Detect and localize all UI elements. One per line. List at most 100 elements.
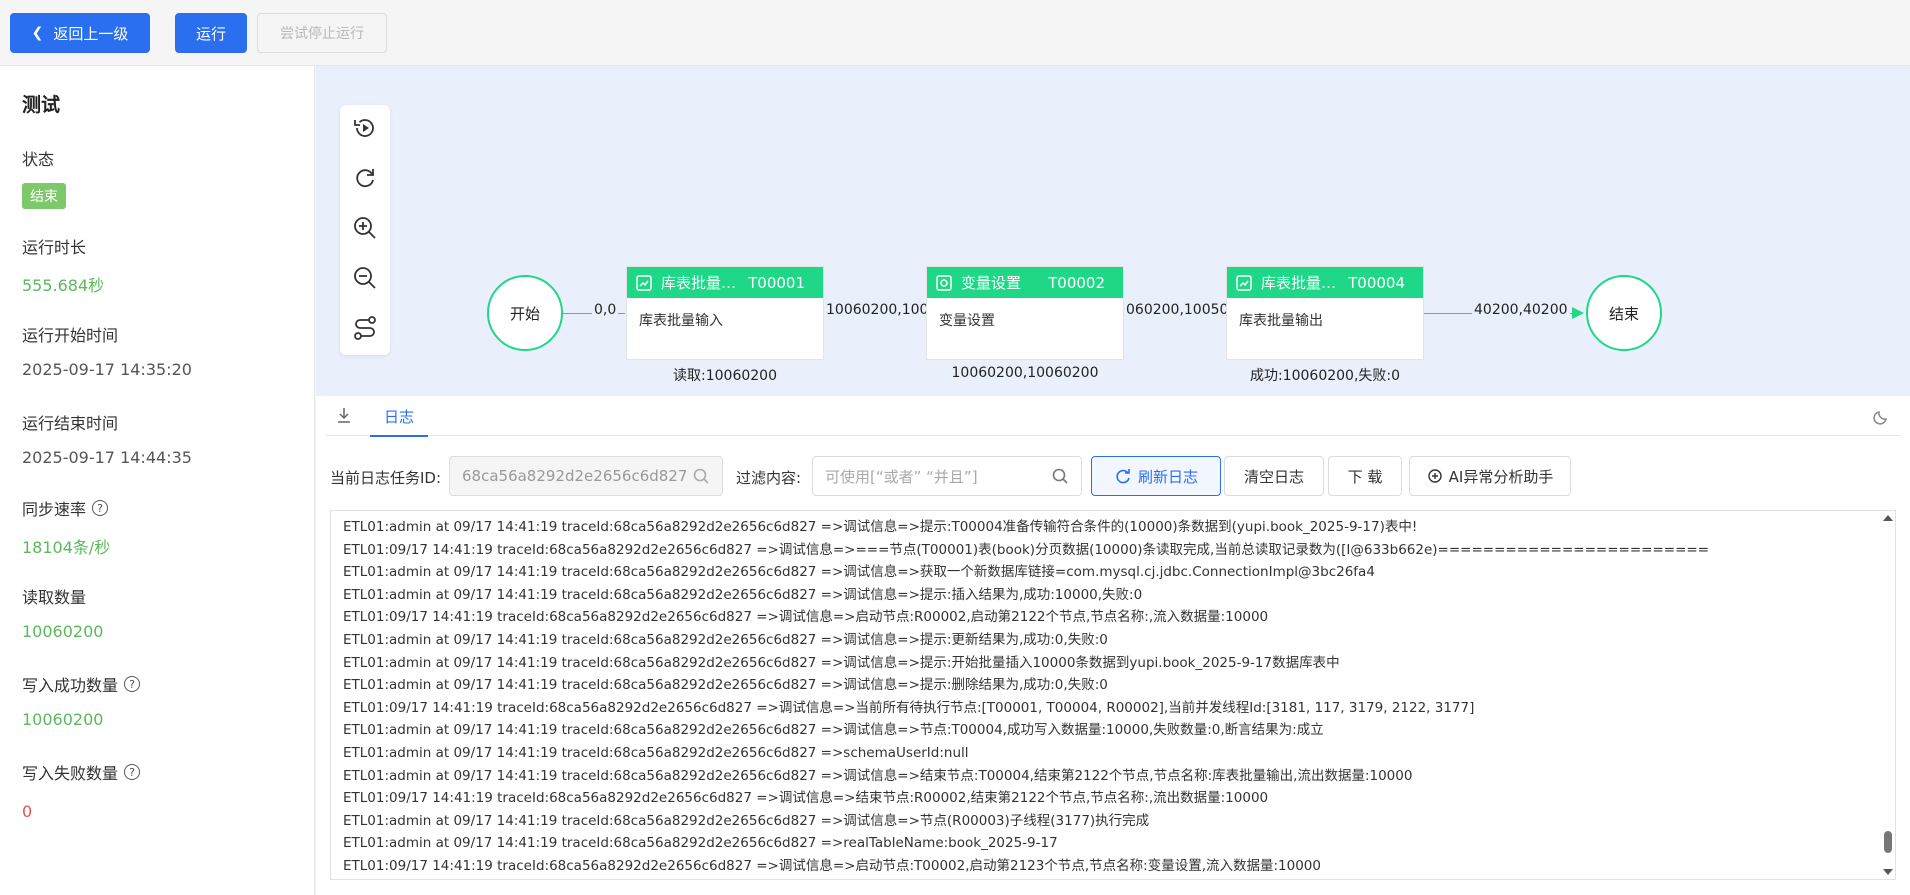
ai-icon	[1427, 469, 1442, 483]
help-icon[interactable]: ?	[92, 500, 109, 516]
node-body: 库表批量输出	[1239, 313, 1323, 329]
log-line: ETL01:admin at 09/17 14:41:19 traceId:68…	[343, 835, 1058, 852]
run-button[interactable]: 运行	[175, 13, 247, 53]
edge-label: 0,0	[592, 302, 619, 318]
log-output[interactable]: ETL01:admin at 09/17 14:41:19 traceId:68…	[330, 510, 1896, 880]
log-line: ETL01:admin at 09/17 14:41:19 traceId:68…	[343, 631, 1108, 648]
log-line: ETL01:admin at 09/17 14:41:19 traceId:68…	[343, 677, 1108, 694]
run-info-sidebar: 测试 状态 结束 运行时长 555.684秒 运行开始时间 2025-09-17…	[0, 66, 315, 895]
route-icon[interactable]	[350, 313, 380, 343]
task-id-value: 68ca56a8292d2e2656c6d827	[462, 467, 688, 485]
help-icon[interactable]: ?	[124, 764, 141, 780]
clear-log-button[interactable]: 清空日志	[1224, 456, 1324, 496]
help-icon[interactable]: ?	[124, 676, 141, 692]
tab-logs[interactable]: 日志	[370, 406, 428, 437]
edge-label: 40200,40200	[1472, 302, 1570, 318]
speed-value: 18104条/秒	[22, 538, 111, 557]
variable-icon	[936, 274, 952, 291]
log-line: ETL01:09/17 14:41:19 traceId:68ca56a8292…	[343, 790, 1269, 807]
node-title: 变量设置	[961, 274, 1022, 292]
flow-node-t00004[interactable]: 库表批量… T00004 库表批量输出	[1226, 266, 1424, 360]
dark-mode-icon[interactable]	[1872, 408, 1890, 430]
status-badge: 结束	[22, 183, 66, 209]
node-code: T00004	[1348, 273, 1405, 292]
stop-button[interactable]: 尝试停止运行	[257, 13, 387, 53]
log-line: ETL01:admin at 09/17 14:41:19 traceId:68…	[343, 767, 1413, 784]
refresh-log-button[interactable]: 刷新日志	[1091, 456, 1221, 496]
stop-button-label: 尝试停止运行	[280, 26, 364, 42]
task-id-label: 当前日志任务ID:	[330, 469, 442, 487]
task-title: 测试	[22, 94, 61, 116]
task-id-input[interactable]: 68ca56a8292d2e2656c6d827	[449, 456, 723, 496]
node-title: 库表批量…	[661, 274, 737, 292]
log-line: ETL01:admin at 09/17 14:41:19 traceId:68…	[343, 744, 969, 761]
read-count-value: 10060200	[22, 622, 104, 641]
end-time-value: 2025-09-17 14:44:35	[22, 448, 192, 467]
log-line: ETL01:admin at 09/17 14:41:19 traceId:68…	[343, 722, 1324, 739]
log-lines: ETL01:admin at 09/17 14:41:19 traceId:68…	[331, 511, 1895, 878]
download-tab-icon[interactable]	[336, 406, 352, 428]
log-scrollbar[interactable]	[1881, 511, 1895, 879]
replay-icon[interactable]	[350, 113, 380, 143]
log-line: ETL01:09/17 14:41:19 traceId:68ca56a8292…	[343, 699, 1475, 716]
zoom-out-icon[interactable]	[350, 263, 380, 293]
duration-value: 555.684秒	[22, 276, 105, 295]
node-body: 库表批量输入	[639, 313, 723, 329]
write-fail-label: 写入失败数量 ?	[22, 760, 141, 784]
table-icon	[1236, 274, 1252, 291]
write-success-value: 10060200	[22, 710, 104, 729]
clear-log-label: 清空日志	[1243, 467, 1304, 486]
run-button-label: 运行	[195, 24, 226, 43]
search-icon	[693, 468, 709, 484]
log-line: ETL01:admin at 09/17 14:41:19 traceId:68…	[343, 654, 1340, 671]
top-toolbar: ❮ 返回上一级 运行 尝试停止运行	[0, 0, 1910, 66]
scroll-up-icon[interactable]	[1883, 515, 1893, 521]
search-icon[interactable]	[1051, 467, 1069, 485]
duration-label: 运行时长	[22, 238, 87, 257]
flow-node-t00001[interactable]: 库表批量… T00001 库表批量输入	[626, 266, 824, 360]
node-stats: 10060200,10060200	[951, 365, 1099, 381]
log-line: ETL01:admin at 09/17 14:41:19 traceId:68…	[343, 812, 1150, 829]
start-time-value: 2025-09-17 14:35:20	[22, 360, 192, 379]
edge-label: 060200,100502	[1124, 302, 1240, 318]
arrow-head-icon	[1572, 307, 1584, 319]
zoom-in-icon[interactable]	[350, 213, 380, 243]
node-title: 库表批量…	[1261, 274, 1337, 292]
write-fail-value: 0	[22, 802, 33, 821]
log-line: ETL01:09/17 14:41:19 traceId:68ca56a8292…	[343, 857, 1321, 874]
node-stats: 读取:10060200	[673, 368, 777, 384]
log-line: ETL01:admin at 09/17 14:41:19 traceId:68…	[343, 564, 1375, 581]
download-button[interactable]: 下 载	[1328, 456, 1402, 496]
start-node[interactable]: 开始	[487, 275, 563, 351]
download-label: 下 载	[1347, 467, 1383, 486]
scroll-thumb[interactable]	[1884, 831, 1892, 853]
refresh-log-label: 刷新日志	[1137, 467, 1198, 486]
chevron-left-icon: ❮	[31, 25, 44, 41]
refresh-icon	[1116, 469, 1130, 484]
filter-placeholder: 可使用[“或者” “并且”]	[825, 467, 978, 486]
node-code: T00002	[1048, 273, 1105, 292]
back-button[interactable]: ❮ 返回上一级	[10, 13, 150, 53]
refresh-icon[interactable]	[350, 163, 380, 193]
start-time-label: 运行开始时间	[22, 326, 119, 345]
ai-assistant-button[interactable]: AI异常分析助手	[1409, 456, 1571, 496]
node-code: T00001	[748, 273, 805, 292]
back-button-label: 返回上一级	[53, 24, 129, 43]
ai-assistant-label: AI异常分析助手	[1448, 467, 1554, 486]
log-line: ETL01:09/17 14:41:19 traceId:68ca56a8292…	[343, 609, 1269, 626]
log-panel: 日志 当前日志任务ID: 68ca56a8292d2e2656c6d827 过滤…	[316, 396, 1910, 895]
canvas-toolbox	[340, 105, 390, 355]
end-node[interactable]: 结束	[1586, 275, 1662, 351]
table-icon	[636, 274, 652, 291]
node-stats: 成功:10060200,失败:0	[1249, 368, 1401, 384]
filter-input[interactable]: 可使用[“或者” “并且”]	[812, 456, 1082, 496]
end-time-label: 运行结束时间	[22, 414, 119, 433]
log-line: ETL01:09/17 14:41:19 traceId:68ca56a8292…	[343, 541, 1710, 558]
flow-node-t00002[interactable]: 变量设置 T00002 变量设置	[926, 266, 1124, 360]
scroll-down-icon[interactable]	[1883, 869, 1893, 875]
log-line: ETL01:admin at 09/17 14:41:19 traceId:68…	[343, 519, 1418, 535]
status-label: 状态	[22, 150, 55, 169]
speed-label: 同步速率 ?	[22, 496, 109, 520]
log-line: ETL01:admin at 09/17 14:41:19 traceId:68…	[343, 586, 1143, 603]
write-success-label: 写入成功数量 ?	[22, 672, 141, 696]
